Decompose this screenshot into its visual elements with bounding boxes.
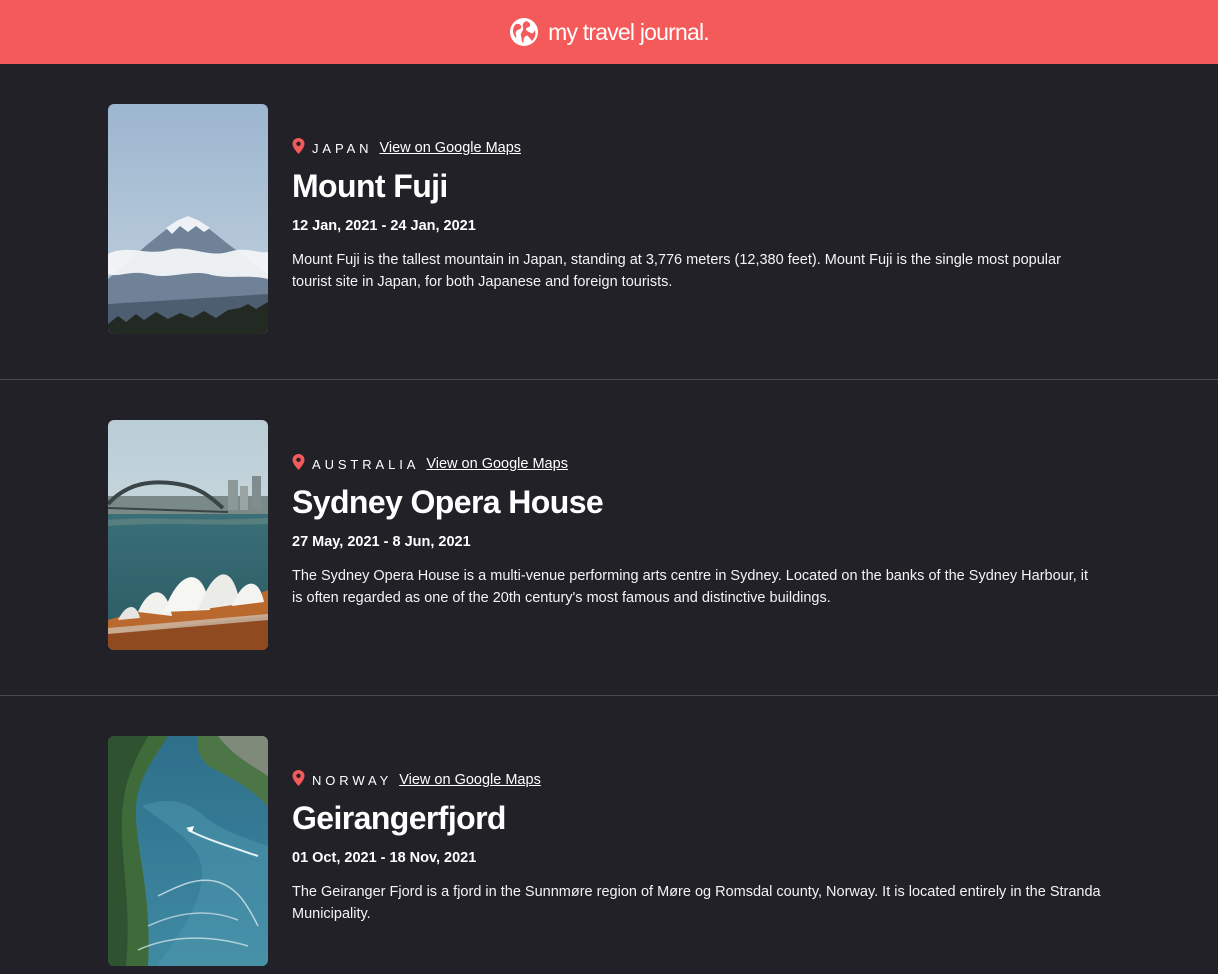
google-maps-link[interactable]: View on Google Maps: [399, 772, 541, 788]
brand-title: my travel journal.: [548, 18, 710, 45]
country-label: JAPAN: [312, 140, 373, 156]
journal-entry: AUSTRALIA View on Google Maps Sydney Ope…: [0, 380, 1218, 696]
journal-entry: NORWAY View on Google Maps Geirangerfjor…: [0, 696, 1218, 974]
location-pin-icon: [292, 454, 305, 470]
entry-description: The Sydney Opera House is a multi-venue …: [292, 568, 1089, 606]
country-label: NORWAY: [312, 772, 393, 788]
globe-icon: [510, 18, 539, 46]
location-row: JAPAN View on Google Maps: [292, 138, 1112, 158]
entry-dates: 01 Oct, 2021 - 18 Nov, 2021: [292, 850, 477, 866]
entry-info: JAPAN View on Google Maps Mount Fuji 12 …: [292, 138, 1112, 293]
entry-info: NORWAY View on Google Maps Geirangerfjor…: [292, 770, 1112, 925]
journal-entry: JAPAN View on Google Maps Mount Fuji 12 …: [0, 64, 1218, 380]
google-maps-link[interactable]: View on Google Maps: [426, 456, 568, 472]
location-row: AUSTRALIA View on Google Maps: [292, 454, 1112, 474]
entry-dates: 12 Jan, 2021 - 24 Jan, 2021: [292, 218, 476, 234]
entry-title: Sydney Opera House: [292, 484, 604, 520]
sydney-opera-house-photo: [108, 420, 268, 650]
location-pin-icon: [292, 770, 305, 786]
navbar: my travel journal.: [0, 0, 1218, 64]
entry-info: AUSTRALIA View on Google Maps Sydney Ope…: [292, 454, 1112, 609]
google-maps-link[interactable]: View on Google Maps: [379, 140, 521, 156]
entry-description: The Geiranger Fjord is a fjord in the Su…: [292, 884, 1101, 922]
geirangerfjord-photo: [108, 736, 268, 966]
location-pin-icon: [292, 138, 305, 154]
entry-title: Mount Fuji: [292, 168, 448, 204]
entry-description: Mount Fuji is the tallest mountain in Ja…: [292, 252, 1061, 290]
location-row: NORWAY View on Google Maps: [292, 770, 1112, 790]
entry-dates: 27 May, 2021 - 8 Jun, 2021: [292, 534, 471, 550]
entry-title: Geirangerfjord: [292, 800, 506, 836]
country-label: AUSTRALIA: [312, 456, 420, 472]
mount-fuji-photo: [108, 104, 268, 334]
